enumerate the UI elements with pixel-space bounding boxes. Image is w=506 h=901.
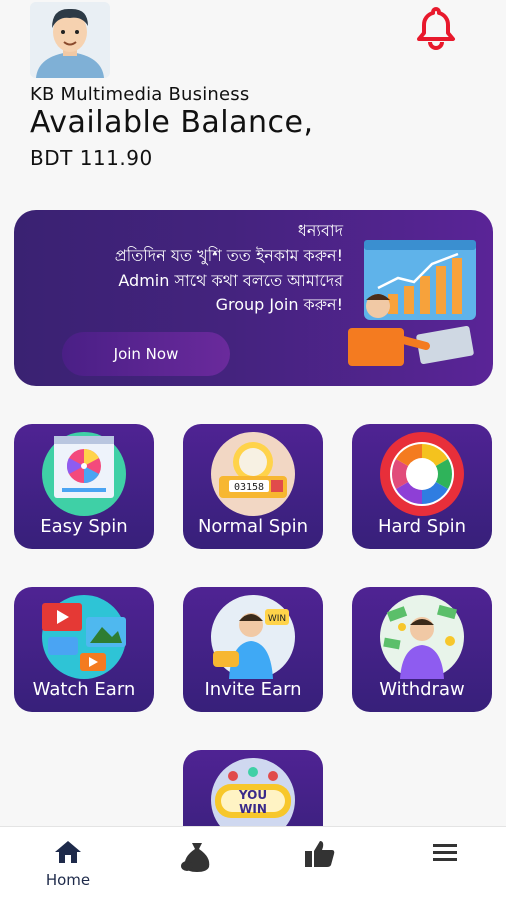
nav-likes[interactable]	[280, 839, 360, 873]
balance-amount: BDT 111.90	[30, 146, 153, 170]
watch-earn-label: Watch Earn	[32, 679, 136, 700]
balance-title: Available Balance,	[30, 105, 314, 140]
easy-spin-icon	[42, 432, 126, 516]
business-name: KB Multimedia Business	[30, 84, 250, 105]
invite-earn-icon: WIN	[211, 595, 295, 679]
nav-home[interactable]: Home	[28, 839, 108, 889]
normal-spin-icon: 03158	[211, 432, 295, 516]
withdraw-button[interactable]: Withdraw	[352, 587, 492, 712]
avatar[interactable]	[30, 2, 110, 78]
banner-line-income: প্রতিদিন যত খুশি তত ইনকাম করুন!	[114, 246, 343, 265]
withdraw-icon	[380, 595, 464, 679]
normal-spin-button[interactable]: 03158 Normal Spin	[183, 424, 323, 549]
thumbs-up-icon	[305, 841, 335, 867]
promo-banner: ধন্যবাদ প্রতিদিন যত খুশি তত ইনকাম করুন! …	[14, 210, 493, 386]
normal-spin-label: Normal Spin	[197, 516, 309, 537]
join-now-button[interactable]: Join Now	[62, 332, 230, 376]
hard-spin-label: Hard Spin	[377, 516, 467, 537]
watch-earn-icon	[42, 595, 126, 679]
nav-menu[interactable]	[405, 839, 485, 869]
withdraw-label: Withdraw	[379, 679, 465, 700]
banner-line-group: Group Join করুন!	[215, 295, 343, 314]
banner-line-thanks: ধন্যবাদ	[297, 221, 343, 240]
hard-spin-icon	[380, 432, 464, 516]
invite-earn-button[interactable]: WIN Invite Earn	[183, 587, 323, 712]
svg-text:WIN: WIN	[268, 614, 286, 624]
hard-spin-button[interactable]: Hard Spin	[352, 424, 492, 549]
easy-spin-label: Easy Spin	[40, 516, 128, 537]
nav-earnings[interactable]	[157, 839, 237, 877]
banner-line-admin: Admin সাথে কথা বলতে আমাদের	[118, 271, 343, 290]
you-win-badge: YOU WIN	[238, 788, 268, 816]
notification-bell-icon[interactable]	[414, 4, 458, 50]
watch-earn-button[interactable]: Watch Earn	[14, 587, 154, 712]
easy-spin-button[interactable]: Easy Spin	[14, 424, 154, 549]
nav-home-label: Home	[45, 871, 91, 889]
growth-chart-illustration-icon	[348, 236, 480, 366]
money-bag-icon	[181, 843, 210, 872]
bottom-navigation: Home	[0, 826, 506, 901]
home-icon	[55, 841, 81, 863]
svg-text:03158: 03158	[234, 482, 264, 493]
invite-earn-label: Invite Earn	[204, 679, 302, 700]
menu-icon	[433, 844, 457, 861]
